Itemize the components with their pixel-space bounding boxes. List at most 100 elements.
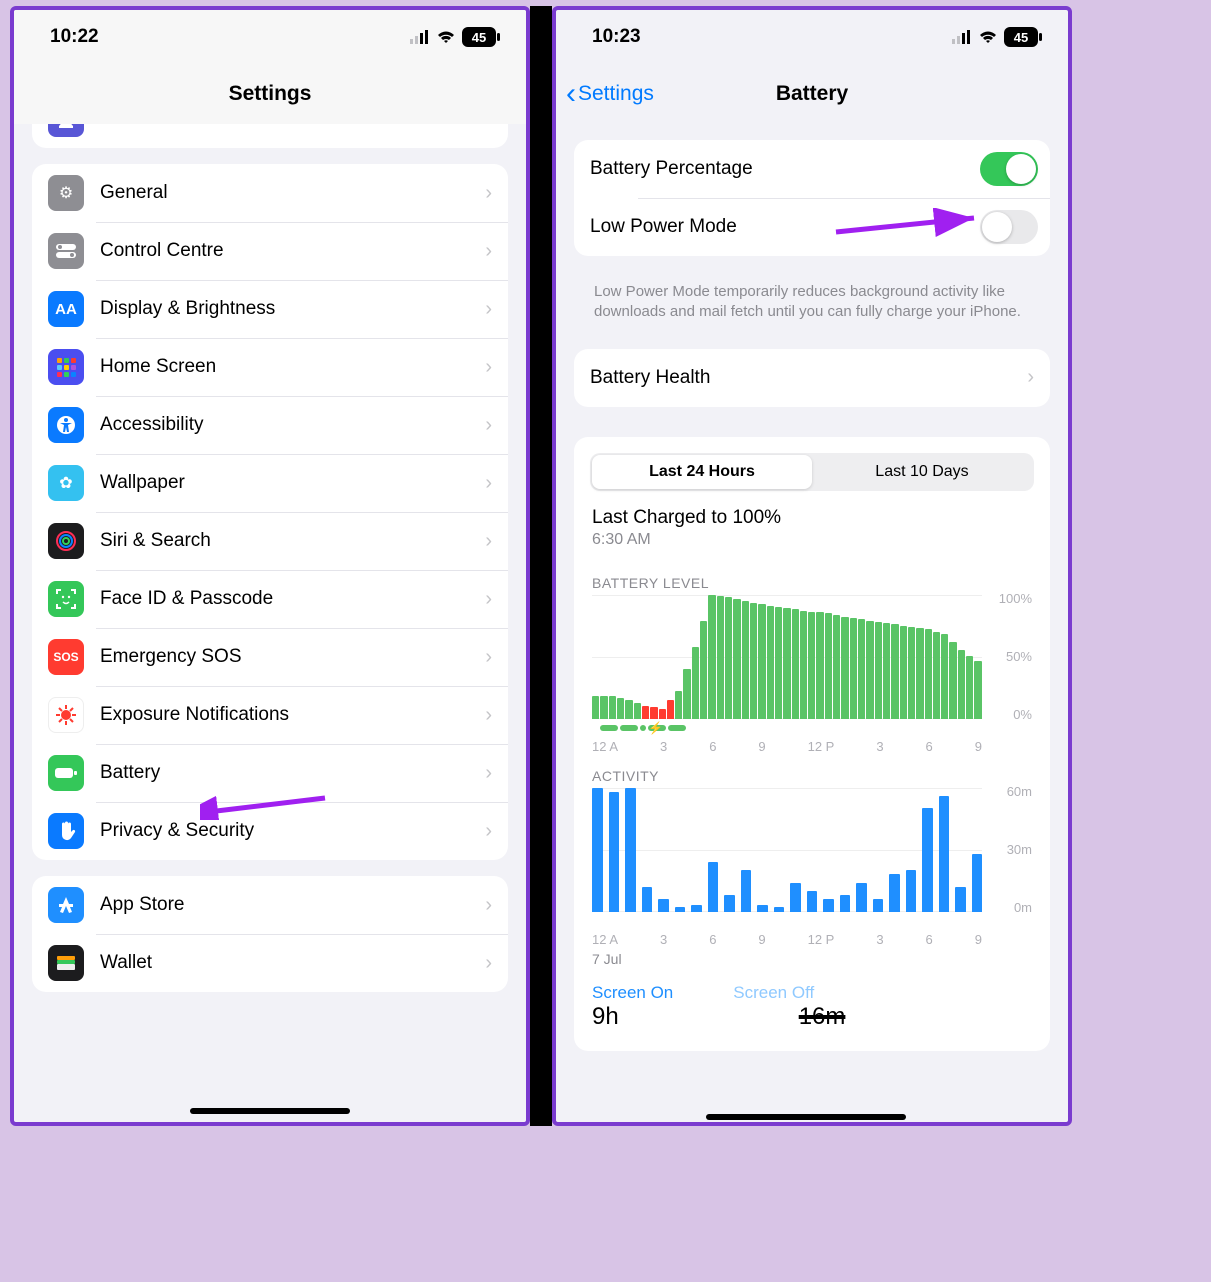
screen-off-value: 16m — [799, 1003, 846, 1031]
status-bar: 10:22 45 — [14, 10, 526, 64]
home-indicator[interactable] — [190, 1108, 350, 1114]
chevron-right-icon: › — [485, 298, 492, 321]
chevron-right-icon: › — [485, 820, 492, 843]
row-general[interactable]: ⚙︎ General › — [32, 164, 508, 222]
row-label: Siri & Search — [100, 530, 485, 552]
gear-icon: ⚙︎ — [48, 175, 84, 211]
row-label: Battery — [100, 762, 485, 784]
grid-icon — [48, 349, 84, 385]
chevron-right-icon: › — [485, 952, 492, 975]
chevron-right-icon: › — [485, 646, 492, 669]
chevron-left-icon: ‹ — [566, 79, 576, 109]
back-button[interactable]: ‹ Settings — [566, 64, 654, 124]
toggle-low-power-mode[interactable] — [980, 210, 1038, 244]
row-emergency-sos[interactable]: SOS Emergency SOS › — [32, 628, 508, 686]
signal-icon — [410, 30, 430, 44]
section-usage: Last 24 Hours Last 10 Days Last Charged … — [574, 437, 1050, 1051]
settings-scroll[interactable]: Screen Time › ⚙︎ General › Control Centr… — [14, 124, 526, 1122]
row-wallet[interactable]: Wallet › — [32, 934, 508, 992]
status-bar: 10:23 45 — [556, 10, 1068, 64]
siri-icon — [48, 523, 84, 559]
row-face-id[interactable]: Face ID & Passcode › — [32, 570, 508, 628]
row-control-centre[interactable]: Control Centre › — [32, 222, 508, 280]
section-main: ⚙︎ General › Control Centre › AA Display… — [32, 164, 508, 860]
chevron-right-icon: › — [485, 588, 492, 611]
aa-icon: AA — [48, 291, 84, 327]
row-screen-time[interactable]: Screen Time › — [32, 124, 508, 148]
row-battery[interactable]: Battery › — [32, 744, 508, 802]
bolt-icon: ⚡ — [648, 725, 666, 731]
section-partial: Screen Time › — [32, 124, 508, 148]
chart-activity: 60m 30m 0m — [574, 788, 1050, 926]
row-accessibility[interactable]: Accessibility › — [32, 396, 508, 454]
chevron-right-icon: › — [485, 530, 492, 553]
row-wallpaper[interactable]: ✿ Wallpaper › — [32, 454, 508, 512]
chevron-right-icon: › — [485, 182, 492, 205]
row-label: Wallet — [100, 952, 485, 974]
wallet-icon — [48, 945, 84, 981]
ylabel: 60m — [1007, 784, 1032, 799]
row-exposure[interactable]: Exposure Notifications › — [32, 686, 508, 744]
chevron-right-icon: › — [485, 414, 492, 437]
row-label: Battery Percentage — [590, 158, 980, 180]
toggle-battery-percentage[interactable] — [980, 152, 1038, 186]
chevron-right-icon: › — [485, 894, 492, 917]
last-charged-time: 6:30 AM — [574, 529, 1050, 561]
chevron-right-icon: › — [1027, 366, 1034, 389]
screen-off-label: Screen Off — [733, 983, 814, 1003]
redaction-bar — [706, 1114, 906, 1120]
ylabel: 50% — [1006, 649, 1032, 664]
row-low-power-mode[interactable]: Low Power Mode — [574, 198, 1050, 256]
row-display-brightness[interactable]: AA Display & Brightness › — [32, 280, 508, 338]
segment-24h[interactable]: Last 24 Hours — [592, 455, 812, 489]
segment-control[interactable]: Last 24 Hours Last 10 Days — [590, 453, 1034, 491]
row-label: Face ID & Passcode — [100, 588, 485, 610]
row-home-screen[interactable]: Home Screen › — [32, 338, 508, 396]
row-label: Control Centre — [100, 240, 485, 262]
ylabel: 0% — [1013, 707, 1032, 722]
ylabel: 100% — [999, 591, 1032, 606]
row-privacy[interactable]: Privacy & Security › — [32, 802, 508, 860]
figure-icon — [48, 407, 84, 443]
battery-pill: 45 — [1004, 27, 1038, 47]
row-label: General — [100, 182, 485, 204]
face-icon — [48, 581, 84, 617]
nav-bar: Settings — [14, 64, 526, 124]
date-label: 7 Jul — [574, 947, 1050, 977]
row-siri-search[interactable]: Siri & Search › — [32, 512, 508, 570]
screen-on-label: Screen On — [592, 983, 673, 1003]
row-label: App Store — [100, 894, 485, 916]
battery-scroll[interactable]: Battery Percentage Low Power Mode Low Po… — [556, 124, 1068, 1122]
battery-icon — [48, 755, 84, 791]
chevron-right-icon: › — [485, 356, 492, 379]
section-health: Battery Health › — [574, 349, 1050, 407]
appstore-icon — [48, 887, 84, 923]
sos-icon: SOS — [48, 639, 84, 675]
page-title: Settings — [229, 82, 312, 106]
chevron-right-icon: › — [485, 704, 492, 727]
row-app-store[interactable]: App Store › — [32, 876, 508, 934]
row-label: Battery Health — [590, 367, 1027, 389]
page-title: Battery — [776, 82, 848, 106]
flower-icon: ✿ — [48, 465, 84, 501]
battery-pill: 45 — [462, 27, 496, 47]
chevron-right-icon: › — [485, 124, 492, 131]
chart-header-level: BATTERY LEVEL — [574, 561, 1050, 595]
phone-settings: 10:22 45 Settings Screen Time › — [10, 6, 530, 1126]
row-battery-percentage[interactable]: Battery Percentage — [574, 140, 1050, 198]
virus-icon — [48, 697, 84, 733]
wifi-icon — [436, 30, 456, 44]
back-label: Settings — [578, 82, 654, 106]
row-battery-health[interactable]: Battery Health › — [574, 349, 1050, 407]
row-label: Exposure Notifications — [100, 704, 485, 726]
section-toggles: Battery Percentage Low Power Mode — [574, 140, 1050, 256]
hourglass-icon — [48, 124, 84, 137]
nav-bar: ‹ Settings Battery — [556, 64, 1068, 124]
row-label: Privacy & Security — [100, 820, 485, 842]
chart-battery-level: 100% 50% 0% ⚡ — [574, 595, 1050, 733]
row-label: Emergency SOS — [100, 646, 485, 668]
segment-10d[interactable]: Last 10 Days — [812, 455, 1032, 489]
row-label: Wallpaper — [100, 472, 485, 494]
row-label: Screen Time — [100, 124, 485, 130]
chevron-right-icon: › — [485, 762, 492, 785]
